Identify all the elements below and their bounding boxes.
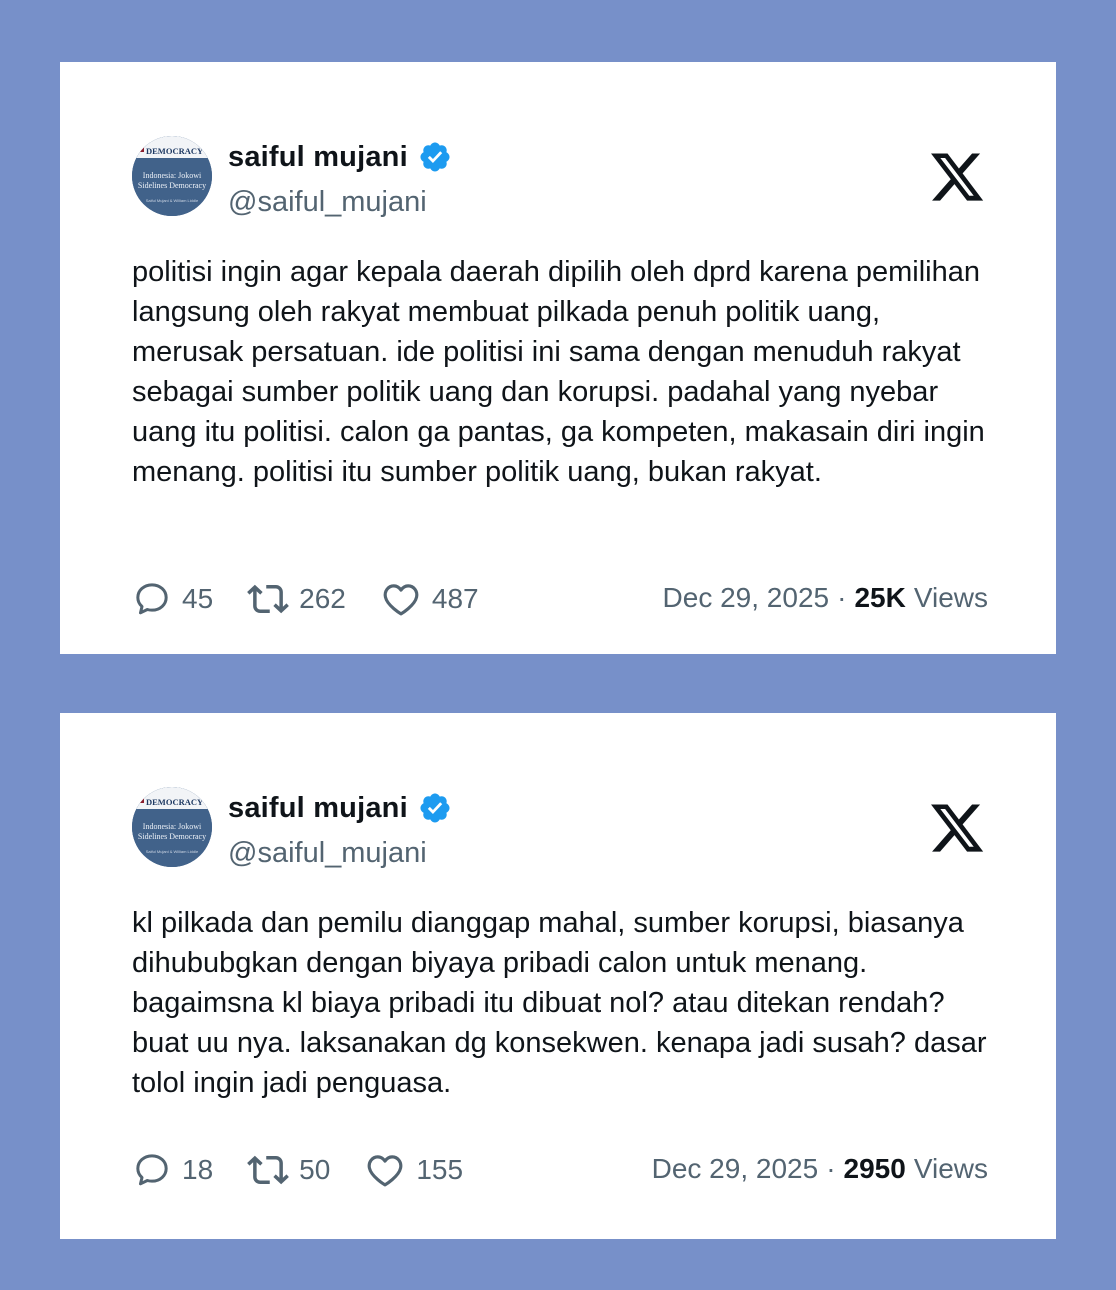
tweet-actions: 18 50 155 xyxy=(132,1149,497,1191)
reply-button[interactable]: 45 xyxy=(132,579,213,619)
like-button[interactable]: 155 xyxy=(364,1149,463,1191)
retweet-button[interactable]: 262 xyxy=(247,578,346,620)
tweet-meta: Dec 29, 2025 · 25K Views xyxy=(663,582,988,614)
retweet-count: 50 xyxy=(299,1154,331,1185)
avatar-line2: Sidelines Democracy xyxy=(138,832,206,841)
x-logo-icon[interactable] xyxy=(928,799,986,857)
avatar[interactable]: DEMOCRACY Indonesia: Jokowi Sidelines De… xyxy=(132,136,212,216)
verified-badge-icon xyxy=(420,142,450,172)
verified-badge-icon xyxy=(420,793,450,823)
like-count: 487 xyxy=(431,583,479,614)
retweet-icon xyxy=(247,584,290,614)
views-label: Views xyxy=(913,1153,988,1184)
tweet-meta: Dec 29, 2025 · 2950 Views xyxy=(652,1153,988,1185)
tweet-text: politisi ingin agar kepala daerah dipili… xyxy=(132,256,985,488)
author-handle[interactable]: @saiful_mujani xyxy=(228,186,427,219)
reply-button[interactable]: 18 xyxy=(132,1150,213,1190)
views-label: Views xyxy=(913,582,988,613)
author-name-row: saiful mujani xyxy=(228,140,452,174)
tweet-actions: 45 262 487 xyxy=(132,578,513,620)
avatar-line3: Saiful Mujani & William Liddle xyxy=(146,198,199,203)
retweet-button[interactable]: 50 xyxy=(247,1149,330,1191)
author-name[interactable]: saiful mujani xyxy=(228,792,408,825)
views-count: 25K xyxy=(854,582,906,613)
avatar-line1: Indonesia: Jokowi xyxy=(143,171,202,180)
tweet-date[interactable]: Dec 29, 2025 xyxy=(663,582,830,614)
retweet-count: 262 xyxy=(299,583,346,614)
avatar-line3: Saiful Mujani & William Liddle xyxy=(146,849,199,854)
avatar-brand: DEMOCRACY xyxy=(146,146,203,156)
meta-separator: · xyxy=(826,1153,836,1184)
author-handle[interactable]: @saiful_mujani xyxy=(228,837,427,870)
avatar-brand: DEMOCRACY xyxy=(146,797,203,807)
retweet-icon xyxy=(247,1155,290,1185)
reply-icon xyxy=(136,1154,168,1186)
author-name[interactable]: saiful mujani xyxy=(228,141,408,174)
author-name-row: saiful mujani xyxy=(228,791,452,825)
views-count: 2950 xyxy=(843,1153,906,1184)
tweet-card: DEMOCRACY Indonesia: Jokowi Sidelines De… xyxy=(60,62,1056,654)
avatar-line1: Indonesia: Jokowi xyxy=(143,822,202,831)
like-count: 155 xyxy=(416,1154,464,1185)
tweet-text: kl pilkada dan pemilu dianggap mahal, su… xyxy=(132,907,987,1099)
heart-icon xyxy=(383,584,419,616)
x-logo-icon[interactable] xyxy=(928,148,986,206)
avatar[interactable]: DEMOCRACY Indonesia: Jokowi Sidelines De… xyxy=(132,787,212,867)
reply-icon xyxy=(136,583,168,615)
tweet-card: DEMOCRACY Indonesia: Jokowi Sidelines De… xyxy=(60,713,1056,1239)
tweet-date[interactable]: Dec 29, 2025 xyxy=(652,1153,819,1185)
like-button[interactable]: 487 xyxy=(380,578,479,620)
reply-count: 45 xyxy=(182,583,214,614)
heart-icon xyxy=(367,1155,403,1187)
meta-separator: · xyxy=(837,582,847,613)
avatar-line2: Sidelines Democracy xyxy=(138,181,206,190)
reply-count: 18 xyxy=(182,1154,214,1185)
